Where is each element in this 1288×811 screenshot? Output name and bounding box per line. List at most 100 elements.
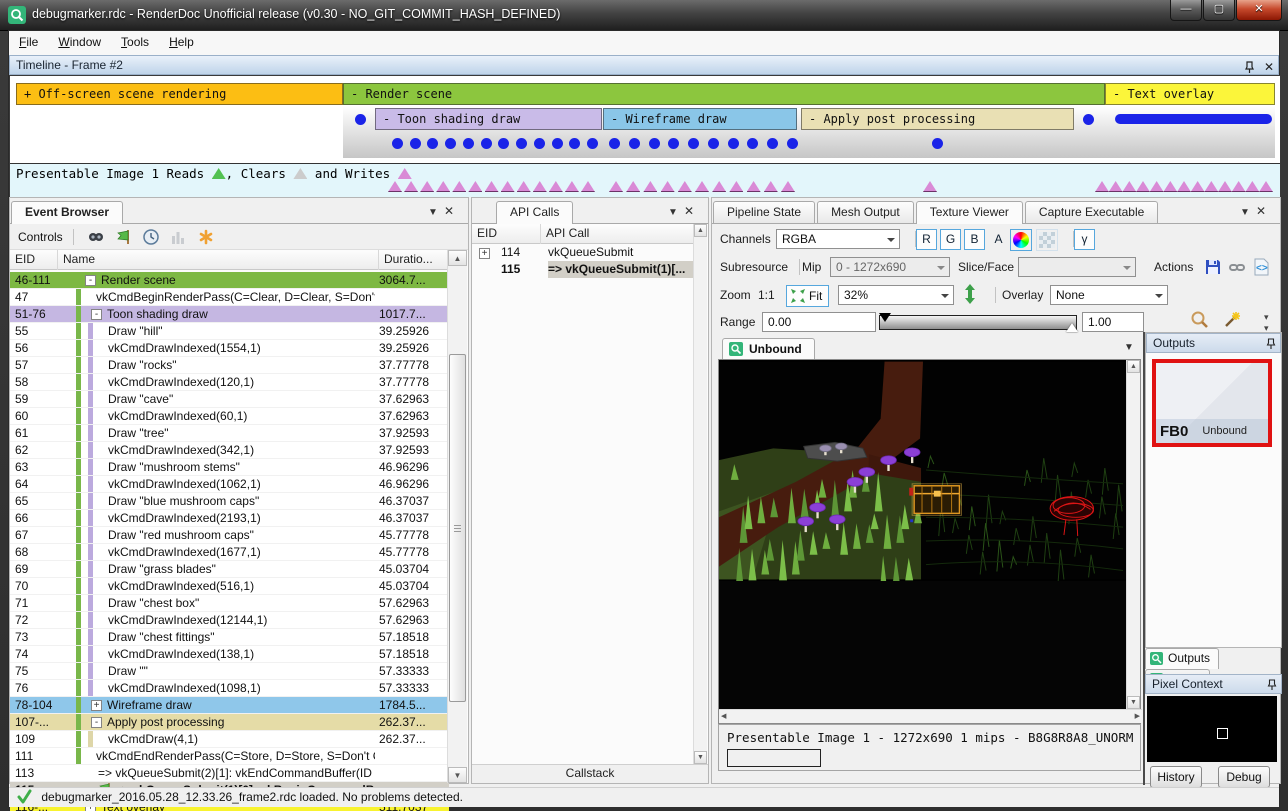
resource-write-triangle[interactable] [404,181,418,192]
gamma-button[interactable]: γ [1074,229,1095,250]
event-row[interactable]: 71Draw "chest box"57.62963 [10,595,449,612]
event-row[interactable]: 61Draw "tree"37.92593 [10,425,449,442]
draw-event-dot[interactable] [587,138,598,149]
resource-write-triangle[interactable] [1095,181,1109,192]
draw-event-dot[interactable] [552,138,563,149]
expand-icon[interactable]: + [91,700,102,711]
slice-face-dropdown[interactable] [1018,257,1136,277]
tab-outputs[interactable]: Outputs [1145,648,1219,669]
resource-write-triangle[interactable] [1245,181,1259,192]
alpha-checkerboard-icon[interactable] [1036,229,1058,251]
event-row[interactable]: 73Draw "chest fittings"57.18518 [10,629,449,646]
channel-g-button[interactable]: G [940,229,961,250]
draw-event-dot[interactable] [392,138,403,149]
draw-event-dot[interactable] [534,138,545,149]
chevron-down-icon[interactable]: ▼ [668,207,684,218]
resource-write-triangle[interactable] [388,181,402,192]
range-min-input[interactable]: 0.00 [762,312,876,332]
resource-write-triangle[interactable] [626,181,640,192]
restore-button[interactable]: ▢ [1203,0,1235,21]
resource-write-triangle[interactable] [1150,181,1164,192]
resource-write-triangle[interactable] [643,181,657,192]
event-row[interactable]: 111vkCmdEndRenderPass(C=Store, D=Store, … [10,748,449,765]
resource-write-triangle[interactable] [764,181,778,192]
timeline-marker-bar[interactable]: - Toon shading draw [375,108,602,130]
tab-event-browser[interactable]: Event Browser [11,201,123,224]
link-icon[interactable] [1228,258,1250,280]
tab-api-calls[interactable]: API Calls [496,201,573,224]
resource-write-triangle[interactable] [581,181,595,192]
close-icon[interactable]: ✕ [444,204,460,218]
resource-write-triangle[interactable] [747,181,761,192]
collapse-icon[interactable]: - [85,275,96,286]
resource-write-triangle[interactable] [729,181,743,192]
texture-display[interactable] [719,360,1127,723]
title-bar[interactable]: debugmarker.rdc - RenderDoc Unofficial r… [0,0,1288,31]
timeline-marker-bar[interactable]: - Text overlay [1105,83,1275,105]
draw-event-dot[interactable] [410,138,421,149]
zoom-value-combo[interactable]: 32% [838,285,954,305]
draw-event-dot[interactable] [629,138,640,149]
color-wheel-icon[interactable] [1010,229,1032,251]
event-row[interactable]: 59Draw "cave"37.62963 [10,391,449,408]
event-row[interactable]: 72vkCmdDrawIndexed(12144,1)57.62963 [10,612,449,629]
chevron-down-icon[interactable]: ▼ [1240,207,1256,218]
event-row[interactable]: 66vkCmdDrawIndexed(2193,1)46.37037 [10,510,449,527]
event-row[interactable]: 113=> vkQueueSubmit(2)[1]: vkEndCommandB… [10,765,449,782]
channel-a-button[interactable]: A [988,229,1009,250]
resource-write-triangle[interactable] [517,181,531,192]
preview-tabs-chevron-icon[interactable]: ▼ [1124,342,1134,353]
close-icon[interactable]: ✕ [684,204,700,218]
flip-y-icon[interactable] [962,284,984,306]
draw-event-dot[interactable] [609,138,620,149]
draw-event-dot[interactable] [649,138,660,149]
menu-tools[interactable]: Tools [111,31,159,53]
pin-icon[interactable] [1244,61,1255,73]
time-draws-icon[interactable] [142,228,160,246]
event-row[interactable]: 69Draw "grass blades"45.03704 [10,561,449,578]
resource-write-triangle[interactable] [781,181,795,192]
event-browser-header-row[interactable]: EID Name Duratio... [10,250,449,270]
tab-mesh-output[interactable]: Mesh Output [817,201,914,223]
scroll-up-icon[interactable]: ▲ [1127,360,1140,373]
tab-pipeline-state[interactable]: Pipeline State [713,201,815,223]
api-calls-scrollbar[interactable]: ▲ ▼ [693,224,707,764]
event-row[interactable]: 70vkCmdDrawIndexed(516,1)45.03704 [10,578,449,595]
resource-write-triangle[interactable] [436,181,450,192]
minimize-button[interactable]: — [1170,0,1202,21]
zoom-fit-button[interactable]: Fit [786,285,829,307]
scroll-down-icon[interactable]: ▼ [448,767,467,783]
event-row[interactable]: 64vkCmdDrawIndexed(1062,1)46.96296 [10,476,449,493]
event-row[interactable]: 57Draw "rocks"37.77778 [10,357,449,374]
draw-event-dot[interactable] [787,138,798,149]
expand-icon[interactable]: + [472,244,501,261]
timeline-close-icon[interactable]: ✕ [1264,60,1274,74]
resource-write-triangle[interactable] [452,181,466,192]
resource-write-triangle[interactable] [485,181,499,192]
timeline-marker-bar[interactable]: - Apply post processing [801,108,1074,130]
resource-write-triangle[interactable] [1218,181,1232,192]
scroll-left-icon[interactable]: ◀ [721,710,726,723]
save-texture-icon[interactable] [1204,258,1226,280]
resource-write-triangle[interactable] [923,181,937,192]
event-browser-scrollbar[interactable]: ▲ ▼ [447,250,467,783]
event-row[interactable]: 46-111-Render scene3064.7... [10,272,449,289]
resource-write-triangle[interactable] [661,181,675,192]
collapse-icon[interactable]: - [91,717,102,728]
scroll-down-icon[interactable]: ▼ [694,751,707,764]
event-row[interactable]: 56vkCmdDrawIndexed(1554,1)39.25926 [10,340,449,357]
resource-write-triangle[interactable] [565,181,579,192]
resource-write-triangle[interactable] [420,181,434,192]
timeline-body[interactable]: Presentable Image 1 Reads , Clears and W… [9,75,1281,197]
resource-write-triangle[interactable] [1177,181,1191,192]
resource-write-triangle[interactable] [468,181,482,192]
channels-dropdown[interactable]: RGBA [776,229,900,249]
resource-write-triangle[interactable] [533,181,547,192]
timeline-marker-bar[interactable]: + Off-screen scene rendering [16,83,343,105]
timeline-marker-bar[interactable]: - Render scene [343,83,1105,105]
range-white-handle[interactable] [1066,323,1078,332]
scroll-right-icon[interactable]: ▶ [1135,710,1140,723]
find-event-icon[interactable] [87,228,105,246]
resource-write-triangle[interactable] [1136,181,1150,192]
resource-write-triangle[interactable] [549,181,563,192]
